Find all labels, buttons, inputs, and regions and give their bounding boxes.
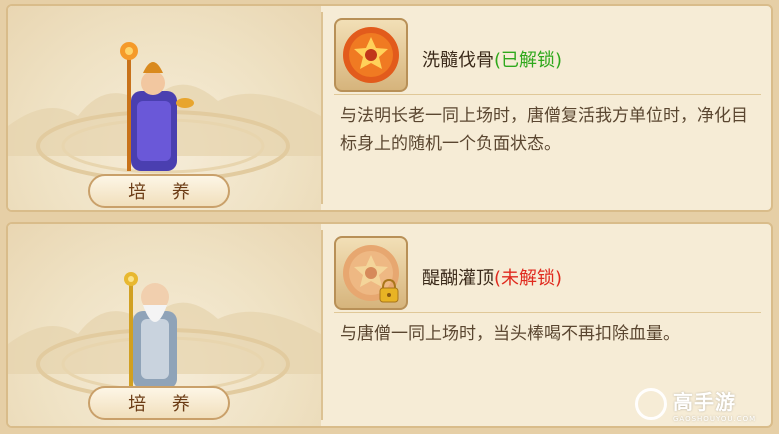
train-button[interactable]: 培 养 (88, 386, 230, 420)
companion-card-2: 培 养 醍醐灌顶(未解锁) 与唐僧一同上场时，当头棒喝不再扣除血量。 高手游 G… (6, 222, 773, 428)
section-divider (334, 312, 761, 313)
status-open-paren: ( (494, 50, 502, 71)
skill-title: 洗髓伐骨 (422, 50, 494, 71)
watermark-text: 高手游 GAOSHOUYOU.COM (673, 386, 756, 423)
skill-title: 醍醐灌顶 (422, 268, 494, 289)
watermark-name: 高手游 (673, 389, 736, 414)
watermark-domain: GAOSHOUYOU.COM (673, 414, 757, 423)
skill-description: 与唐僧一同上场时，当头棒喝不再扣除血量。 (340, 324, 680, 344)
unlock-status: 未解锁 (501, 268, 556, 289)
golden-orb-locked-icon (343, 245, 399, 303)
character-portrait-area: 培 养 (8, 6, 321, 210)
companion-card-1: 培 养 洗髓伐骨(已解锁) 与法明长老一同上场时，唐僧复活我方单位时，净化目标身… (6, 4, 773, 212)
status-open-paren: ( (494, 268, 502, 289)
status-close-paren: ) (555, 50, 563, 71)
card-divider (321, 12, 323, 204)
monk-figure-icon (120, 42, 194, 171)
skill-name: 醍醐灌顶(未解锁) (422, 264, 562, 290)
character-portrait-area: 培 养 (8, 224, 321, 426)
golden-orb-icon (343, 27, 399, 83)
skill-section: 洗髓伐骨(已解锁) 与法明长老一同上场时，唐僧复活我方单位时，净化目标身上的随机… (324, 6, 771, 210)
skill-icon-frame[interactable] (334, 18, 408, 92)
card-divider (321, 230, 323, 420)
skill-description: 与法明长老一同上场时，唐僧复活我方单位时，净化目标身上的随机一个负面状态。 (340, 106, 748, 154)
section-divider (334, 94, 761, 95)
site-logo-icon (635, 388, 667, 420)
site-watermark: 高手游 GAOSHOUYOU.COM (635, 386, 765, 423)
skill-name: 洗髓伐骨(已解锁) (422, 46, 562, 72)
status-close-paren: ) (555, 268, 563, 289)
unlock-status: 已解锁 (501, 50, 556, 71)
elder-figure-icon (124, 272, 177, 389)
skill-icon-frame[interactable] (334, 236, 408, 310)
train-button[interactable]: 培 养 (88, 174, 230, 208)
